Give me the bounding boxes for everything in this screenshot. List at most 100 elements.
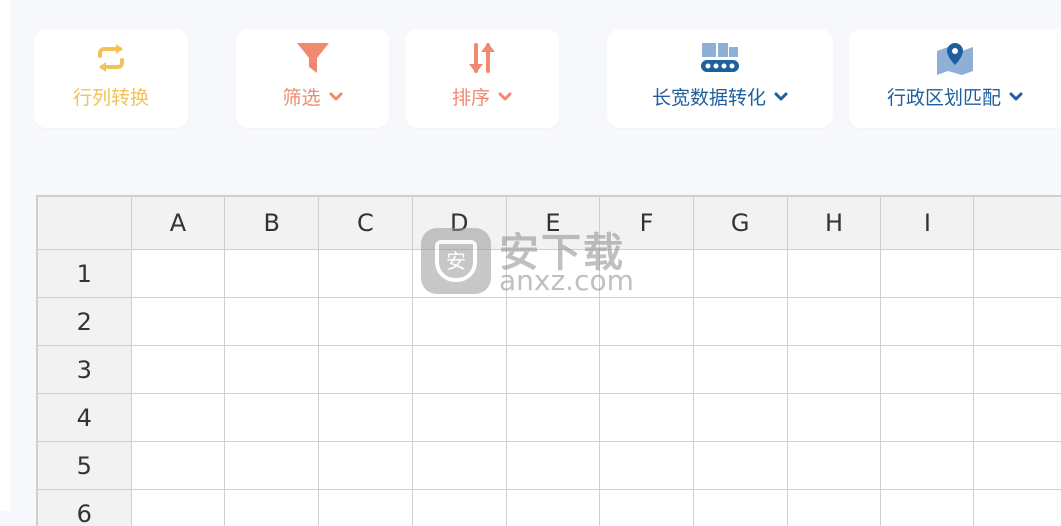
cell[interactable] (881, 394, 974, 442)
cell[interactable] (506, 346, 600, 394)
region-match-button[interactable]: 行政区划匹配 (849, 29, 1061, 128)
cell[interactable] (225, 250, 319, 298)
cell[interactable] (131, 250, 225, 298)
cell[interactable] (693, 250, 787, 298)
column-header-b[interactable]: B (225, 197, 319, 250)
cell[interactable] (506, 394, 600, 442)
cell[interactable] (319, 298, 413, 346)
spreadsheet-grid[interactable]: A B C D E F G H I 1 2 3 4 5 (36, 195, 1061, 526)
map-pin-icon (936, 41, 974, 75)
cell[interactable] (881, 250, 974, 298)
cell[interactable] (600, 394, 694, 442)
cell[interactable] (412, 490, 506, 526)
table-row: 5 (38, 442, 1061, 490)
cell[interactable] (693, 394, 787, 442)
cell[interactable] (600, 346, 694, 394)
sort-label: 排序 (452, 83, 490, 110)
column-header-f[interactable]: F (600, 197, 694, 250)
cell[interactable] (131, 490, 225, 526)
cell[interactable] (319, 346, 413, 394)
cell[interactable] (974, 298, 1061, 346)
funnel-icon (296, 41, 330, 75)
cell[interactable] (787, 442, 881, 490)
table-row: 1 (38, 250, 1061, 298)
cell[interactable] (225, 298, 319, 346)
column-header-h[interactable]: H (787, 197, 881, 250)
transpose-button[interactable]: 行列转换 (34, 29, 188, 128)
row-header-3[interactable]: 3 (38, 346, 132, 394)
cell[interactable] (506, 250, 600, 298)
region-match-label: 行政区划匹配 (887, 83, 1001, 110)
cell[interactable] (600, 490, 694, 526)
cell[interactable] (225, 490, 319, 526)
row-header-2[interactable]: 2 (38, 298, 132, 346)
transpose-label: 行列转换 (73, 83, 149, 110)
column-header-a[interactable]: A (131, 197, 225, 250)
cell[interactable] (412, 346, 506, 394)
column-header-e[interactable]: E (506, 197, 600, 250)
cell[interactable] (319, 250, 413, 298)
cell[interactable] (600, 298, 694, 346)
cell[interactable] (787, 250, 881, 298)
cell[interactable] (412, 250, 506, 298)
long-wide-convert-button[interactable]: 长宽数据转化 (607, 29, 833, 128)
cell[interactable] (693, 298, 787, 346)
cell[interactable] (319, 394, 413, 442)
column-header-row: A B C D E F G H I (38, 197, 1061, 250)
table-row: 6 (38, 490, 1061, 526)
cell[interactable] (225, 346, 319, 394)
cell[interactable] (787, 394, 881, 442)
transpose-arrows-icon (94, 41, 128, 75)
row-header-1[interactable]: 1 (38, 250, 132, 298)
cell[interactable] (225, 394, 319, 442)
cell[interactable] (881, 490, 974, 526)
cell[interactable] (506, 442, 600, 490)
cell[interactable] (131, 346, 225, 394)
cell[interactable] (881, 298, 974, 346)
cell[interactable] (787, 346, 881, 394)
cell[interactable] (412, 298, 506, 346)
cell[interactable] (412, 442, 506, 490)
cell[interactable] (693, 490, 787, 526)
column-header-j[interactable] (974, 197, 1061, 250)
cell[interactable] (506, 490, 600, 526)
table-row: 2 (38, 298, 1061, 346)
cell[interactable] (225, 442, 319, 490)
cell[interactable] (600, 442, 694, 490)
cell[interactable] (131, 298, 225, 346)
toolbar: 行列转换 筛选 排序 (0, 0, 1061, 140)
chevron-down-icon (1009, 92, 1023, 102)
cell[interactable] (693, 442, 787, 490)
cell[interactable] (881, 442, 974, 490)
cell[interactable] (881, 346, 974, 394)
conveyor-icon (700, 41, 740, 75)
cell[interactable] (974, 346, 1061, 394)
cell[interactable] (787, 298, 881, 346)
row-header-4[interactable]: 4 (38, 394, 132, 442)
cell[interactable] (412, 394, 506, 442)
column-header-d[interactable]: D (412, 197, 506, 250)
cell[interactable] (974, 394, 1061, 442)
cell[interactable] (506, 298, 600, 346)
cell[interactable] (787, 490, 881, 526)
table-row: 3 (38, 346, 1061, 394)
cell[interactable] (319, 490, 413, 526)
row-header-5[interactable]: 5 (38, 442, 132, 490)
cell[interactable] (974, 250, 1061, 298)
cell[interactable] (693, 346, 787, 394)
column-header-c[interactable]: C (319, 197, 413, 250)
cell[interactable] (974, 442, 1061, 490)
cell[interactable] (131, 442, 225, 490)
sort-arrows-icon (467, 41, 497, 75)
corner-cell[interactable] (38, 197, 132, 250)
cell[interactable] (319, 442, 413, 490)
sort-button[interactable]: 排序 (405, 29, 559, 128)
filter-button[interactable]: 筛选 (236, 29, 389, 128)
cell[interactable] (974, 490, 1061, 526)
cell[interactable] (600, 250, 694, 298)
column-header-g[interactable]: G (693, 197, 787, 250)
column-header-i[interactable]: I (881, 197, 974, 250)
filter-label: 筛选 (282, 83, 320, 110)
cell[interactable] (131, 394, 225, 442)
row-header-6[interactable]: 6 (38, 490, 132, 526)
